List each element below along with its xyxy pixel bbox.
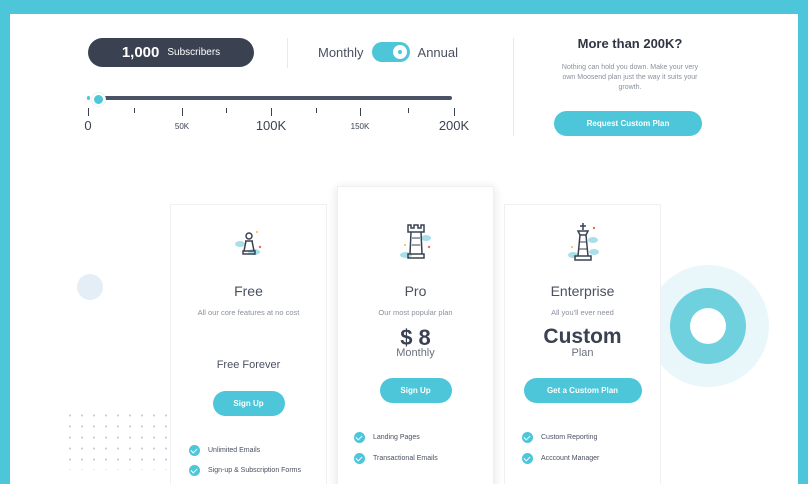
plan-name: Enterprise [550,283,615,299]
custom-plan-panel: More than 200K? Nothing can hold you dow… [540,36,720,93]
tick-major [88,108,89,116]
plan-card-free: Free All our core features at no cost Fr… [170,204,327,484]
tick-label-0: 0 [84,118,92,133]
tick-label-100k: 100K [255,118,287,133]
check-icon [189,445,200,456]
feature-item: Acccount Manager [522,453,599,464]
plan-description: All you'll ever need [551,308,614,317]
decorative-ring [690,308,726,344]
tick-major [360,108,361,116]
billing-toggle-group: Monthly Annual [318,42,458,62]
plan-price-period: Plan [571,347,594,359]
plan-name: Pro [404,283,427,299]
check-icon [354,453,365,464]
feature-item: Sign-up & Subscription Forms [189,465,301,476]
plan-card-enterprise: Enterprise All you'll ever need Custom P… [504,204,661,484]
tick-minor [408,108,409,113]
tick-label-200k: 200K [438,118,470,133]
decorative-circle [77,274,103,300]
plan-description: Our most popular plan [378,308,453,317]
tick-major [182,108,183,116]
sign-up-button[interactable]: Sign Up [379,378,452,403]
feature-item: Transactional Emails [354,453,438,464]
sign-up-button[interactable]: Sign Up [212,391,285,416]
divider [513,38,514,136]
subscribers-count-display[interactable]: 1,000 Subscribers [88,38,254,67]
feature-item: Unlimited Emails [189,445,260,456]
plan-card-pro: Pro Our most popular plan $ 8 Monthly Si… [337,186,494,484]
chess-rook-icon [399,224,431,259]
slider-handle[interactable] [92,93,105,106]
tick-minor [226,108,227,113]
feature-label: Acccount Manager [541,455,600,462]
tick-major [454,108,455,116]
feature-label: Landing Pages [373,434,420,441]
tick-minor [316,108,317,113]
tick-minor [134,108,135,113]
tick-label-50k: 50K [174,122,190,131]
feature-item: Landing Pages [354,432,420,443]
check-icon [522,453,533,464]
feature-label: Unlimited Emails [208,447,261,454]
feature-label: Transactional Emails [373,455,438,462]
feature-label: Sign-up & Subscription Forms [208,467,301,474]
plan-name: Free [234,283,263,299]
feature-label: Custom Reporting [541,434,598,441]
plan-description: All our core features at no cost [197,308,300,317]
decorative-dot-grid [64,410,174,470]
pricing-page: 1,000 Subscribers Monthly Annual 0 50K 1… [10,14,798,484]
check-icon [522,432,533,443]
annual-label[interactable]: Annual [418,45,458,60]
subscribers-value: 1,000 [121,44,160,61]
get-custom-plan-button[interactable]: Get a Custom Plan [523,378,642,403]
divider [287,38,288,68]
plan-price: Custom [543,325,622,348]
slider-track[interactable] [98,96,452,100]
plan-price-period: Monthly [396,347,435,359]
check-icon [189,465,200,476]
tick-label-150k: 150K [350,122,370,131]
feature-item: Custom Reporting [522,432,597,443]
check-icon [354,432,365,443]
monthly-label[interactable]: Monthly [318,45,364,60]
slider-fill [87,96,90,100]
chess-pawn-icon [234,231,261,255]
toggle-knob [392,45,407,59]
request-custom-plan-button[interactable]: Request Custom Plan [554,111,702,136]
custom-plan-title: More than 200K? [577,36,683,51]
billing-toggle[interactable] [371,42,410,62]
chess-king-icon [567,223,599,261]
tick-major [271,108,272,116]
plan-price: Free Forever [216,359,281,371]
custom-plan-description: Nothing can hold you down. Make your ver… [561,64,699,91]
subscribers-label: Subscribers [167,47,221,58]
